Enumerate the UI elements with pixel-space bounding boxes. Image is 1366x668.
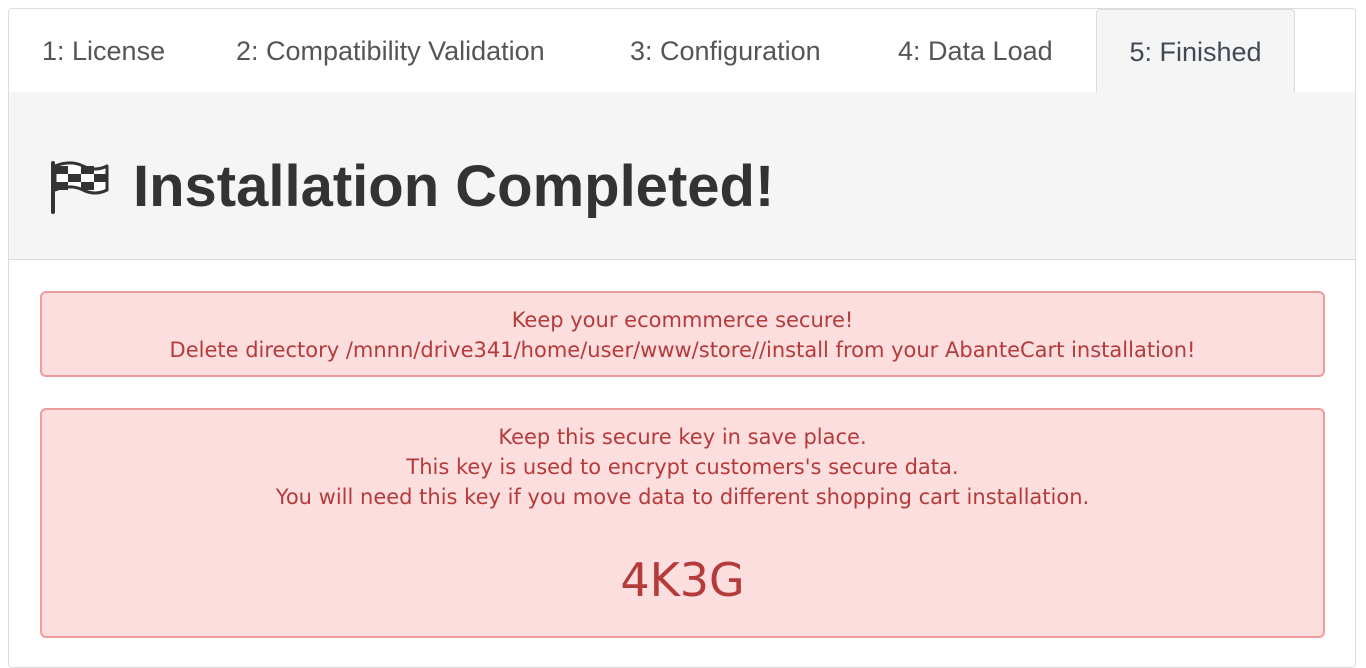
security-alert-heading: Keep your ecommmerce secure!	[511, 308, 854, 332]
tab-finished[interactable]: 5: Finished	[1096, 9, 1295, 93]
security-alert: Keep your ecommmerce secure! Delete dire…	[40, 291, 1325, 377]
checkered-flag-icon	[51, 161, 109, 214]
secure-key-value: 4K3G	[620, 553, 745, 607]
page-title: Installation Completed!	[133, 154, 775, 219]
step-tabs: 1: License 2: Compatibility Validation 3…	[9, 9, 1355, 93]
page-header: Installation Completed!	[9, 92, 1355, 260]
tab-compatibility-validation[interactable]: 2: Compatibility Validation	[236, 9, 545, 92]
secure-key-alert: Keep this secure key in save place. This…	[40, 408, 1325, 638]
tab-license[interactable]: 1: License	[42, 9, 165, 92]
tab-configuration[interactable]: 3: Configuration	[630, 9, 821, 92]
secure-key-heading: Keep this secure key in save place.	[498, 425, 867, 449]
secure-key-warning: You will need this key if you move data …	[275, 485, 1090, 509]
installer-panel: 1: License 2: Compatibility Validation 3…	[8, 8, 1356, 668]
security-alert-message: Delete directory /mnnn/drive341/home/use…	[169, 338, 1196, 362]
tab-data-load[interactable]: 4: Data Load	[898, 9, 1053, 92]
secure-key-description: This key is used to encrypt customers's …	[406, 455, 959, 479]
